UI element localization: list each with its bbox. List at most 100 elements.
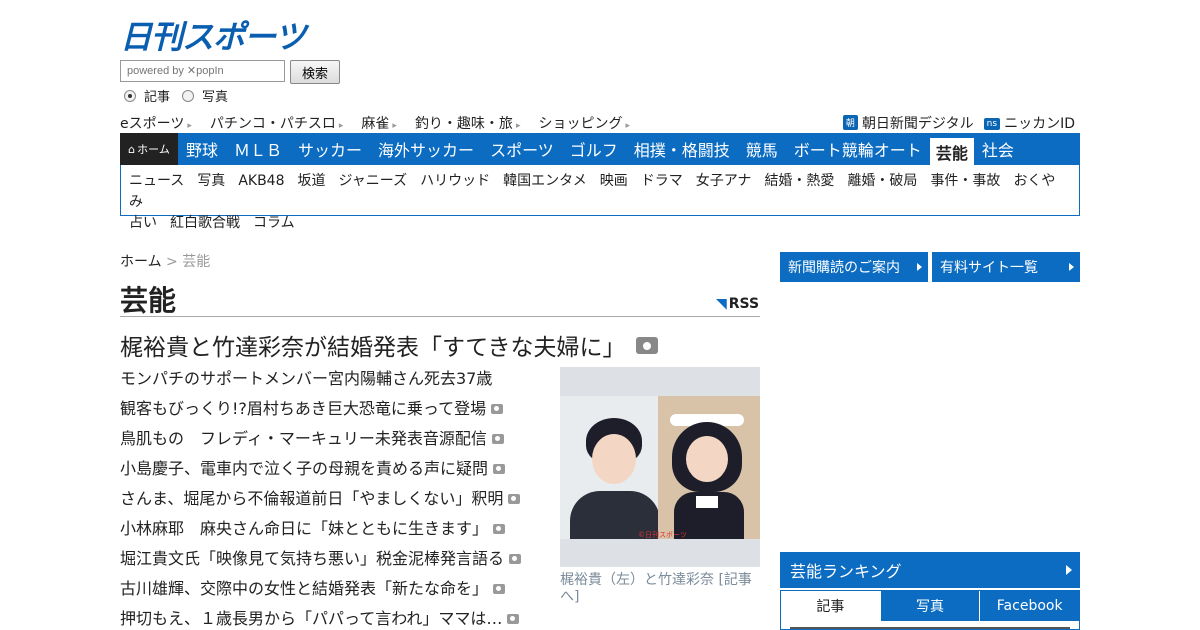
subnav-item[interactable]: 離婚・破局 (847, 173, 917, 189)
rss-link[interactable]: ◥ RSS (716, 296, 759, 312)
news-list: モンパチのサポートメンバー宮内陽輔さん死去37歳 観客もびっくり!?眉村ちあき巨… (120, 366, 540, 630)
subnav-item[interactable]: 結婚・熱愛 (764, 173, 834, 189)
tab-photos[interactable]: 写真 (879, 591, 980, 621)
tab-facebook[interactable]: Facebook (979, 591, 1080, 621)
subnav-item[interactable]: AKB48 (238, 173, 284, 189)
top-link-mahjong[interactable]: 麻雀 ▸ (361, 113, 397, 133)
subnav-item[interactable]: コラム (253, 215, 295, 231)
list-item[interactable]: 観客もびっくり!?眉村ちあき巨大恐竜に乗って登場 (120, 396, 540, 426)
asahi-icon: 朝 (842, 115, 858, 130)
camera-icon (508, 494, 521, 504)
photo-left-person (560, 396, 658, 539)
title-divider (120, 316, 760, 317)
list-item[interactable]: 押切もえ、１歳長男から「パパって言われ」ママは… (120, 606, 540, 630)
subnav-item[interactable]: 占い (129, 215, 157, 231)
arrow-icon: ▸ (625, 121, 630, 131)
list-item[interactable]: 小林麻耶 麻央さん命日に「妹とともに生きます」 (120, 516, 540, 546)
ad-slot (780, 292, 1080, 542)
asahi-digital-link[interactable]: 朝朝日新聞デジタル (842, 113, 974, 133)
nav-society[interactable]: 社会 (974, 133, 1022, 165)
photo-right-person (658, 396, 760, 539)
top-link-fishing[interactable]: 釣り・趣味・旅 ▸ (415, 113, 521, 133)
nikkan-id-icon: ns (983, 118, 1001, 130)
headline-photo[interactable]: ©日刊スポーツ (560, 367, 760, 567)
subnav-item[interactable]: ドラマ (641, 173, 683, 189)
breadcrumb-home[interactable]: ホーム (120, 254, 162, 270)
tab-articles[interactable]: 記事 (781, 591, 880, 621)
subnav-item[interactable]: ハリウッド (420, 173, 490, 189)
nav-overseas-soccer[interactable]: 海外サッカー (370, 133, 482, 165)
radio-articles[interactable] (124, 89, 136, 102)
breadcrumb-current: 芸能 (182, 254, 211, 270)
nav-home[interactable]: ⌂ ホーム (120, 133, 178, 165)
arrow-right-icon (1066, 565, 1072, 575)
subnav-item[interactable]: 映画 (600, 173, 628, 189)
arrow-right-icon (1069, 263, 1074, 271)
subnav-item[interactable]: 紅白歌合戦 (170, 215, 240, 231)
search-input[interactable] (120, 60, 285, 82)
list-item[interactable]: さんま、堀尾から不倫報道前日「やましくない」釈明 (120, 486, 540, 516)
search-scope: 記事 写真 (124, 86, 228, 105)
subnav-item[interactable]: 事件・事故 (930, 173, 1000, 189)
nav-sports[interactable]: スポーツ (482, 133, 562, 165)
ranking-tabs: 記事 写真 Facebook (780, 590, 1080, 630)
list-item[interactable]: モンパチのサポートメンバー宮内陽輔さん死去37歳 (120, 366, 540, 396)
top-links: eスポーツ ▸ パチンコ・パチスロ ▸ 麻雀 ▸ 釣り・趣味・旅 ▸ ショッピング ▸ (120, 113, 630, 133)
camera-icon (493, 464, 506, 474)
top-link-shopping[interactable]: ショッピング ▸ (538, 113, 630, 133)
search-bar: 検索 (120, 60, 340, 84)
newspaper-subscription-button[interactable]: 新聞購読のご案内 (780, 252, 928, 282)
list-item[interactable]: 堀江貴文氏「映像見て気持ち悪い」税金泥棒発言語る (120, 546, 540, 576)
nav-baseball[interactable]: 野球 (178, 133, 226, 165)
site-logo[interactable]: 日刊スポーツ (120, 12, 306, 58)
list-item[interactable]: 小島慶子、電車内で泣く子の母親を責める声に疑問 (120, 456, 540, 486)
nav-golf[interactable]: ゴルフ (562, 133, 626, 165)
nav-mlb[interactable]: ＭＬＢ (226, 133, 290, 165)
camera-icon (491, 404, 504, 414)
nav-sumo[interactable]: 相撲・格闘技 (626, 133, 738, 165)
house-icon: ⌂ (128, 142, 136, 156)
subnav-item[interactable]: 女子アナ (696, 173, 752, 189)
radio-articles-label: 記事 (144, 90, 171, 105)
rss-icon: ◥ (716, 296, 727, 312)
headline-link[interactable]: 梶裕貴と竹達彩奈が結婚発表「すてきな夫婦に」 (120, 328, 658, 362)
camera-icon (635, 337, 658, 354)
main-nav: ⌂ ホーム 野球 ＭＬＢ サッカー 海外サッカー スポーツ ゴルフ 相撲・格闘技 … (120, 133, 1080, 165)
ranking-divider (790, 627, 1070, 629)
camera-icon (493, 584, 506, 594)
list-item[interactable]: 古川雄輝、交際中の女性と結婚発表「新たな命を」 (120, 576, 540, 606)
subnav-item[interactable]: 写真 (197, 173, 225, 189)
external-links: 朝朝日新聞デジタル ns ニッカンID (842, 113, 1075, 133)
camera-icon (491, 434, 504, 444)
camera-icon (493, 524, 506, 534)
subnav-item[interactable]: 坂道 (298, 173, 326, 189)
top-link-esports[interactable]: eスポーツ ▸ (120, 113, 192, 133)
arrow-right-icon (917, 263, 922, 271)
paid-sites-button[interactable]: 有料サイト一覧 (932, 252, 1080, 282)
radio-photos-label: 写真 (202, 90, 229, 105)
photo-caption[interactable]: 梶裕貴（左）と竹達彩奈 [記事へ] (560, 572, 760, 606)
ranking-header[interactable]: 芸能ランキング (780, 552, 1080, 588)
subnav-item[interactable]: ニュース (129, 173, 184, 189)
camera-icon (509, 554, 522, 564)
nikkan-id-link[interactable]: ns ニッカンID (983, 113, 1075, 133)
photo-credit: ©日刊スポーツ (638, 531, 687, 539)
nav-entertainment[interactable]: 芸能 (929, 138, 974, 165)
breadcrumb-separator: > (166, 254, 178, 270)
arrow-icon: ▸ (392, 121, 397, 131)
nav-soccer[interactable]: サッカー (290, 133, 370, 165)
sub-nav: ニュース 写真 AKB48 坂道 ジャニーズ ハリウッド 韓国エンタメ 映画 ドラマ 女子アナ 結婚… (120, 165, 1080, 231)
breadcrumb: ホーム > 芸能 (120, 251, 210, 271)
page-title: 芸能 (120, 284, 177, 317)
radio-photos[interactable] (182, 89, 195, 102)
camera-icon (507, 614, 520, 624)
subnav-item[interactable]: ジャニーズ (339, 173, 408, 189)
arrow-icon: ▸ (187, 121, 192, 131)
top-link-pachinko[interactable]: パチンコ・パチスロ ▸ (210, 113, 344, 133)
arrow-icon: ▸ (338, 121, 344, 131)
nav-horse-racing[interactable]: 競馬 (738, 133, 786, 165)
subnav-item[interactable]: 韓国エンタメ (503, 173, 587, 189)
search-button[interactable]: 検索 (290, 60, 340, 84)
nav-boat-keirin[interactable]: ボート競輪オート (786, 133, 930, 165)
list-item[interactable]: 鳥肌もの フレディ・マーキュリー未発表音源配信 (120, 426, 540, 456)
